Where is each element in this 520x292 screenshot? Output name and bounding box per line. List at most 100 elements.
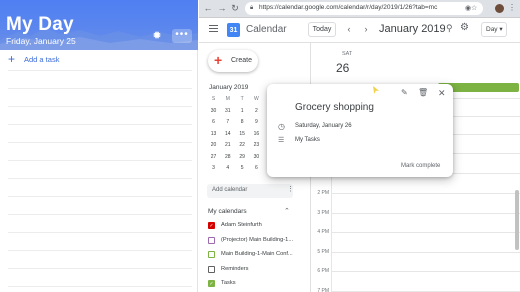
calendar-item[interactable]: ✓ Tasks (208, 279, 303, 289)
calendar-item[interactable]: (Projector) Main Building-1... (208, 236, 303, 246)
settings-icon[interactable]: ⚙ (460, 22, 469, 33)
mini-day[interactable]: 5 (236, 163, 249, 174)
divider (8, 70, 192, 71)
plus-icon: + (8, 52, 16, 66)
calendar-header: 31 Calendar Today ‹ › January 2019 ⚲ ⚙ D… (199, 18, 520, 43)
scrollbar[interactable] (515, 190, 519, 250)
divider (8, 214, 192, 215)
mini-day[interactable]: 3 (207, 163, 220, 174)
divider (8, 196, 192, 197)
divider (8, 232, 192, 233)
chevron-up-icon[interactable]: ⌃ (284, 207, 290, 215)
mini-day[interactable]: 28 (221, 152, 234, 163)
calendar-item[interactable]: Reminders (208, 265, 303, 275)
checkbox-checked-icon[interactable]: ✓ (208, 280, 215, 287)
more-icon[interactable]: ••• (172, 29, 192, 43)
mini-day-header: S (211, 96, 216, 102)
calendar-item[interactable]: Main Building-1-Main Conf... (208, 250, 303, 260)
mark-complete-button[interactable]: Mark complete (401, 163, 440, 169)
mini-day[interactable]: 13 (207, 129, 220, 140)
mini-day[interactable]: 30 (250, 152, 263, 163)
hour-line (331, 290, 520, 292)
event-date: Saturday, January 26 (295, 123, 352, 129)
time-label: 3 PM (317, 209, 329, 216)
mini-day[interactable]: 7 (221, 117, 234, 128)
time-label: 6 PM (317, 268, 329, 274)
mini-day-header: M (225, 96, 230, 102)
divider (8, 142, 192, 143)
mini-day[interactable]: 31 (221, 106, 234, 117)
mini-day[interactable]: 2 (250, 106, 263, 117)
page-title: My Day (6, 14, 74, 35)
mini-day[interactable]: 29 (236, 152, 249, 163)
app-title: Calendar (246, 24, 287, 35)
add-task-label: Add a task (24, 55, 60, 64)
lightbulb-icon[interactable]: ✹ (150, 29, 164, 43)
mini-day[interactable]: 8 (236, 117, 249, 128)
delete-icon[interactable]: 🗑︎ (418, 88, 428, 97)
mini-day[interactable]: 20 (207, 140, 220, 151)
mini-day[interactable]: 30 (207, 106, 220, 117)
todo-app: My Day Friday, January 25 ✹ ••• + Add a … (0, 0, 198, 292)
divider (8, 88, 192, 89)
my-calendars-title[interactable]: My calendars (208, 208, 247, 215)
edit-icon[interactable]: ✎ (401, 88, 408, 97)
time-label: 4 PM (317, 229, 329, 235)
today-button[interactable]: Today (308, 22, 336, 37)
current-period: January 2019 (379, 23, 446, 35)
plus-icon: + (214, 52, 223, 68)
mini-day[interactable]: 15 (236, 129, 249, 140)
add-calendar-menu-icon[interactable]: ⋮ (287, 185, 294, 193)
mini-day[interactable]: 14 (221, 129, 234, 140)
search-icon[interactable]: ⚲ (446, 23, 453, 34)
back-icon[interactable]: ← (203, 3, 213, 14)
mini-day-header: W (254, 96, 259, 102)
hour-line (331, 271, 520, 272)
hour-line (331, 251, 520, 253)
checkbox-icon[interactable] (208, 251, 215, 258)
checkbox-icon[interactable] (208, 236, 215, 244)
mini-day[interactable]: 6 (250, 163, 263, 174)
mini-day[interactable]: 16 (250, 129, 263, 140)
checkbox-checked-icon[interactable]: ✓ (208, 222, 215, 229)
todo-header: My Day Friday, January 25 ✹ ••• (0, 0, 198, 50)
mini-day[interactable]: 22 (236, 140, 249, 151)
page-date: Friday, January 25 (6, 36, 76, 46)
mini-day[interactable]: 4 (221, 163, 234, 174)
checkbox-icon[interactable] (208, 265, 215, 273)
mini-day[interactable]: 27 (207, 152, 220, 163)
reload-icon[interactable]: ↻ (230, 3, 240, 14)
time-label: 5 PM (317, 248, 329, 255)
address-bar[interactable]: 🔒︎ https://calendar.google.com/calendar/… (245, 2, 483, 15)
clock-icon: ◷ (278, 122, 285, 131)
add-task-button[interactable]: + Add a task (0, 50, 198, 70)
main-menu-icon[interactable] (209, 25, 218, 33)
event-title: Grocery shopping (295, 102, 374, 113)
mini-day[interactable]: 9 (250, 117, 263, 128)
avatar[interactable] (495, 4, 504, 13)
day-of-week: SAT (342, 51, 353, 57)
forward-icon[interactable]: → (217, 3, 227, 14)
mini-day[interactable]: 23 (250, 140, 263, 151)
extension-icon[interactable]: ◉ (465, 4, 471, 12)
browser-menu-icon[interactable]: ⋮ (508, 3, 516, 12)
mini-day[interactable]: 6 (207, 117, 220, 128)
time-label: 2 PM (317, 190, 329, 196)
mini-day[interactable]: 21 (221, 140, 234, 151)
mini-day[interactable]: 1 (236, 106, 249, 117)
close-icon[interactable]: ✕ (438, 88, 446, 99)
day-number[interactable]: 26 (336, 61, 349, 75)
calendar-logo: 31 (227, 23, 240, 37)
calendar-item[interactable]: ✓ Adam Steinfurth (208, 221, 303, 231)
prev-period-icon[interactable]: ‹ (344, 23, 354, 35)
next-period-icon[interactable]: › (361, 23, 371, 35)
create-button[interactable]: + Create (208, 50, 258, 72)
view-select[interactable]: Day ▾ (481, 22, 507, 37)
divider (8, 124, 192, 125)
calendar-item-label: (Projector) Main Building-1... (221, 236, 294, 243)
create-label: Create (231, 57, 253, 64)
calendar-item-label: Main Building-1-Main Conf... (221, 251, 293, 257)
star-icon[interactable]: ☆ (471, 4, 477, 12)
add-calendar-input[interactable]: Add calendar (207, 184, 293, 198)
event-popup: ✎ 🗑︎ ✕ Grocery shopping ◷ Saturday, Janu… (267, 84, 453, 177)
